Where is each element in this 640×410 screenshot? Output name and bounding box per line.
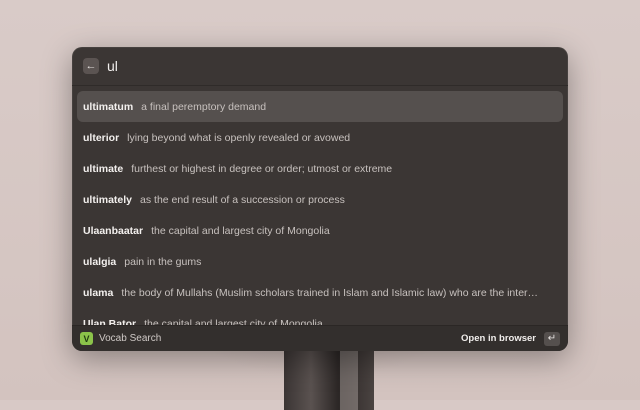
result-definition: furthest or highest in degree or order; … <box>131 162 393 175</box>
result-row[interactable]: ultimately as the end result of a succes… <box>77 184 563 215</box>
action-footer: V Vocab Search Open in browser ↵ <box>72 325 568 351</box>
vocab-search-icon: V <box>80 332 93 345</box>
result-row[interactable]: ultimatum a final peremptory demand <box>77 91 563 122</box>
back-arrow-icon[interactable]: ← <box>83 58 99 74</box>
result-row[interactable]: ulama the body of Mullahs (Muslim schola… <box>77 277 563 308</box>
result-row[interactable]: ulalgia pain in the gums <box>77 246 563 277</box>
result-row[interactable]: ultimate furthest or highest in degree o… <box>77 153 563 184</box>
result-term: ultimate <box>83 162 124 175</box>
open-in-browser-button[interactable]: Open in browser <box>461 333 536 344</box>
result-definition: the body of Mullahs (Muslim scholars tra… <box>121 286 542 299</box>
results-list: ultimatum a final peremptory demand ulte… <box>77 91 563 327</box>
launcher-window: ← ultimatum a final peremptory demand ul… <box>72 47 568 351</box>
search-bar: ← <box>72 47 568 86</box>
result-term: Ulaanbaatar <box>83 224 144 237</box>
result-definition: lying beyond what is openly revealed or … <box>127 131 351 144</box>
result-term: ultimately <box>83 193 133 206</box>
search-input[interactable] <box>107 58 507 74</box>
result-term: ultimatum <box>83 100 134 113</box>
enter-key-icon[interactable]: ↵ <box>544 331 560 346</box>
result-definition: as the end result of a succession or pro… <box>140 193 345 206</box>
result-row[interactable]: ulterior lying beyond what is openly rev… <box>77 122 563 153</box>
background-object <box>284 350 374 410</box>
result-definition: pain in the gums <box>124 255 202 268</box>
result-row[interactable]: Ulaanbaatar the capital and largest city… <box>77 215 563 246</box>
extension-name: Vocab Search <box>99 333 162 344</box>
result-term: ulterior <box>83 131 120 144</box>
result-definition: the capital and largest city of Mongolia <box>151 224 330 237</box>
result-term: ulalgia <box>83 255 117 268</box>
result-definition: a final peremptory demand <box>141 100 267 113</box>
result-term: ulama <box>83 286 114 299</box>
